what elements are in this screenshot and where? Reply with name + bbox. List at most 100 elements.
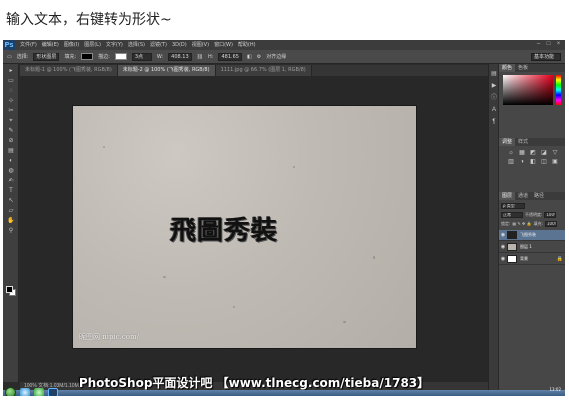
color-balance-icon[interactable]: ◑ bbox=[518, 159, 526, 165]
marquee-tool-icon[interactable]: ▭ bbox=[6, 78, 16, 85]
shape-tool-icon[interactable]: ▱ bbox=[6, 208, 16, 215]
layer-row-shape[interactable]: ◉ 飞图秀装 bbox=[499, 230, 565, 241]
exposure-icon[interactable]: ◪ bbox=[540, 150, 548, 156]
mode-select[interactable]: 形状图层 bbox=[33, 52, 60, 61]
minimize-button[interactable]: – bbox=[535, 41, 542, 48]
curves-icon[interactable]: ◩ bbox=[529, 150, 537, 156]
levels-icon[interactable]: ▦ bbox=[518, 150, 526, 156]
stroke-width-field[interactable]: 3点 bbox=[131, 52, 152, 61]
lock-icons[interactable]: ▦ ✎ ✥ 🔒 bbox=[512, 221, 531, 226]
crop-tool-icon[interactable]: ✂ bbox=[6, 108, 16, 115]
stamp-tool-icon[interactable]: ⊘ bbox=[6, 138, 16, 145]
menu-3d[interactable]: 3D(D) bbox=[172, 40, 187, 50]
pen-tool-icon[interactable]: ✍ bbox=[6, 178, 16, 185]
blend-mode-select[interactable]: 正常 bbox=[501, 211, 523, 218]
menu-filter[interactable]: 滤镜(T) bbox=[150, 40, 167, 50]
maximize-button[interactable]: □ bbox=[545, 41, 552, 48]
windows-taskbar: 13:02 bbox=[3, 387, 565, 396]
info-panel-icon[interactable]: ⓘ bbox=[490, 94, 498, 102]
forum-banner: PhotoShop平面设计吧 【www.tlnecg.com/tieba/178… bbox=[78, 376, 430, 390]
menu-view[interactable]: 视图(V) bbox=[192, 40, 209, 50]
eraser-tool-icon[interactable]: ◐ bbox=[6, 158, 16, 165]
gear-icon[interactable]: ⚙ bbox=[257, 54, 261, 60]
paragraph-panel-icon[interactable]: ¶ bbox=[490, 118, 498, 126]
history-panel-icon[interactable]: ▤ bbox=[490, 70, 498, 78]
adjustments-panel-tabs: 调整 样式 bbox=[499, 138, 565, 146]
doc-tab-3[interactable]: 1111.jpg @ 66.7% (图层 1, RGB/8) bbox=[215, 65, 312, 76]
height-field[interactable]: 481.65 bbox=[218, 52, 242, 61]
black-white-icon[interactable]: ◧ bbox=[529, 159, 537, 165]
taskbar-clock[interactable]: 13:02 bbox=[549, 387, 561, 392]
brush-tool-icon[interactable]: ✎ bbox=[6, 128, 16, 135]
menu-image[interactable]: 图像(I) bbox=[64, 40, 79, 50]
move-tool-icon[interactable]: ▸ bbox=[6, 68, 16, 75]
eye-icon[interactable]: ◉ bbox=[499, 256, 507, 262]
actions-panel-icon[interactable]: ▶ bbox=[490, 82, 498, 90]
menu-select[interactable]: 选择(S) bbox=[128, 40, 145, 50]
layer-kind-filter[interactable]: ρ 类型 bbox=[501, 202, 525, 209]
link-icon[interactable]: ⛓ bbox=[197, 54, 203, 60]
menu-type[interactable]: 文字(Y) bbox=[106, 40, 123, 50]
align-edges-checkbox[interactable]: 对齐边缘 bbox=[266, 53, 286, 60]
path-select-tool-icon[interactable]: ↖ bbox=[6, 198, 16, 205]
lock-icon: 🔒 bbox=[556, 256, 563, 262]
workspace-select[interactable]: 基本功能 bbox=[531, 53, 561, 61]
tab-swatches[interactable]: 色板 bbox=[515, 64, 531, 72]
vibrance-icon[interactable]: ▽ bbox=[551, 150, 559, 156]
layer-name: 飞图秀装 bbox=[520, 232, 536, 237]
eye-icon[interactable]: ◉ bbox=[499, 244, 507, 250]
width-field[interactable]: 408.13 bbox=[168, 52, 192, 61]
menu-layer[interactable]: 图层(L) bbox=[84, 40, 101, 50]
brightness-icon[interactable]: ☼ bbox=[507, 150, 515, 156]
doc-tab-1[interactable]: 未标题-1 @ 100% (飞图秀装, RGB/8) bbox=[20, 65, 118, 76]
hue-saturation-icon[interactable]: ▥ bbox=[507, 159, 515, 165]
eyedropper-tool-icon[interactable]: ⌖ bbox=[6, 118, 16, 125]
browser-task-icon[interactable] bbox=[34, 388, 44, 396]
photoshop-window: Ps 文件(F) 编辑(E) 图像(I) 图层(L) 文字(Y) 选择(S) 滤… bbox=[3, 40, 565, 396]
photoshop-task-icon[interactable] bbox=[48, 388, 58, 396]
tab-layers[interactable]: 图层 bbox=[499, 192, 516, 200]
type-tool-icon[interactable]: T bbox=[6, 188, 16, 195]
lock-label: 锁定: bbox=[501, 220, 511, 226]
menu-help[interactable]: 帮助(H) bbox=[238, 40, 256, 50]
start-button[interactable] bbox=[5, 387, 16, 396]
tab-channels[interactable]: 通道 bbox=[515, 192, 531, 200]
path-ops-icon[interactable]: ◧ bbox=[247, 54, 252, 60]
tab-paths[interactable]: 路径 bbox=[531, 192, 547, 200]
close-button[interactable]: × bbox=[555, 41, 562, 48]
gradient-tool-icon[interactable]: ◍ bbox=[6, 168, 16, 175]
quick-select-tool-icon[interactable]: ⊹ bbox=[6, 98, 16, 105]
color-picker-field[interactable] bbox=[503, 75, 553, 105]
tab-color[interactable]: 颜色 bbox=[499, 64, 516, 72]
layer-row-image[interactable]: ◉ 图层 1 bbox=[499, 242, 565, 253]
menu-window[interactable]: 窗口(W) bbox=[214, 40, 233, 50]
lasso-tool-icon[interactable]: ◌ bbox=[6, 88, 16, 95]
lock-row: 锁定: ▦ ✎ ✥ 🔒 填充: 100% bbox=[501, 220, 564, 227]
fill-swatch[interactable] bbox=[81, 53, 94, 60]
caption-text: 输入文本，右键转为形状~ bbox=[6, 12, 172, 28]
opacity-field[interactable]: 100% bbox=[544, 211, 557, 218]
photo-filter-icon[interactable]: ◫ bbox=[540, 159, 548, 165]
history-brush-tool-icon[interactable]: ▤ bbox=[6, 148, 16, 155]
eye-icon[interactable]: ◉ bbox=[499, 232, 507, 238]
stroke-swatch[interactable] bbox=[114, 53, 127, 60]
tab-adjustments[interactable]: 调整 bbox=[499, 138, 516, 146]
menu-edit[interactable]: 编辑(E) bbox=[42, 40, 59, 50]
color-swatches[interactable] bbox=[6, 286, 16, 296]
explorer-task-icon[interactable] bbox=[20, 388, 30, 396]
channel-mixer-icon[interactable]: ▣ bbox=[551, 159, 559, 165]
tab-styles[interactable]: 样式 bbox=[515, 138, 531, 146]
document-canvas[interactable]: 飛圖秀裝 昵图网 nipic.com/ bbox=[73, 106, 416, 348]
fill-field[interactable]: 100% bbox=[545, 220, 557, 227]
doc-tab-2-active[interactable]: 未标题-2 @ 100% (飞图秀装, RGB/8) bbox=[117, 65, 216, 76]
hue-slider[interactable] bbox=[556, 75, 561, 105]
menu-file[interactable]: 文件(F) bbox=[20, 40, 37, 50]
layer-row-background[interactable]: ◉ 背景 🔒 bbox=[499, 254, 565, 265]
shape-text-art[interactable]: 飛圖秀裝 bbox=[170, 210, 278, 247]
character-panel-icon[interactable]: A bbox=[490, 106, 498, 114]
zoom-tool-icon[interactable]: ⚲ bbox=[6, 228, 16, 235]
layer-thumbnail bbox=[507, 231, 517, 239]
foreground-color-swatch[interactable] bbox=[6, 286, 13, 293]
shape-tool-icon[interactable]: ▭ bbox=[7, 54, 12, 60]
hand-tool-icon[interactable]: ✋ bbox=[6, 218, 16, 225]
